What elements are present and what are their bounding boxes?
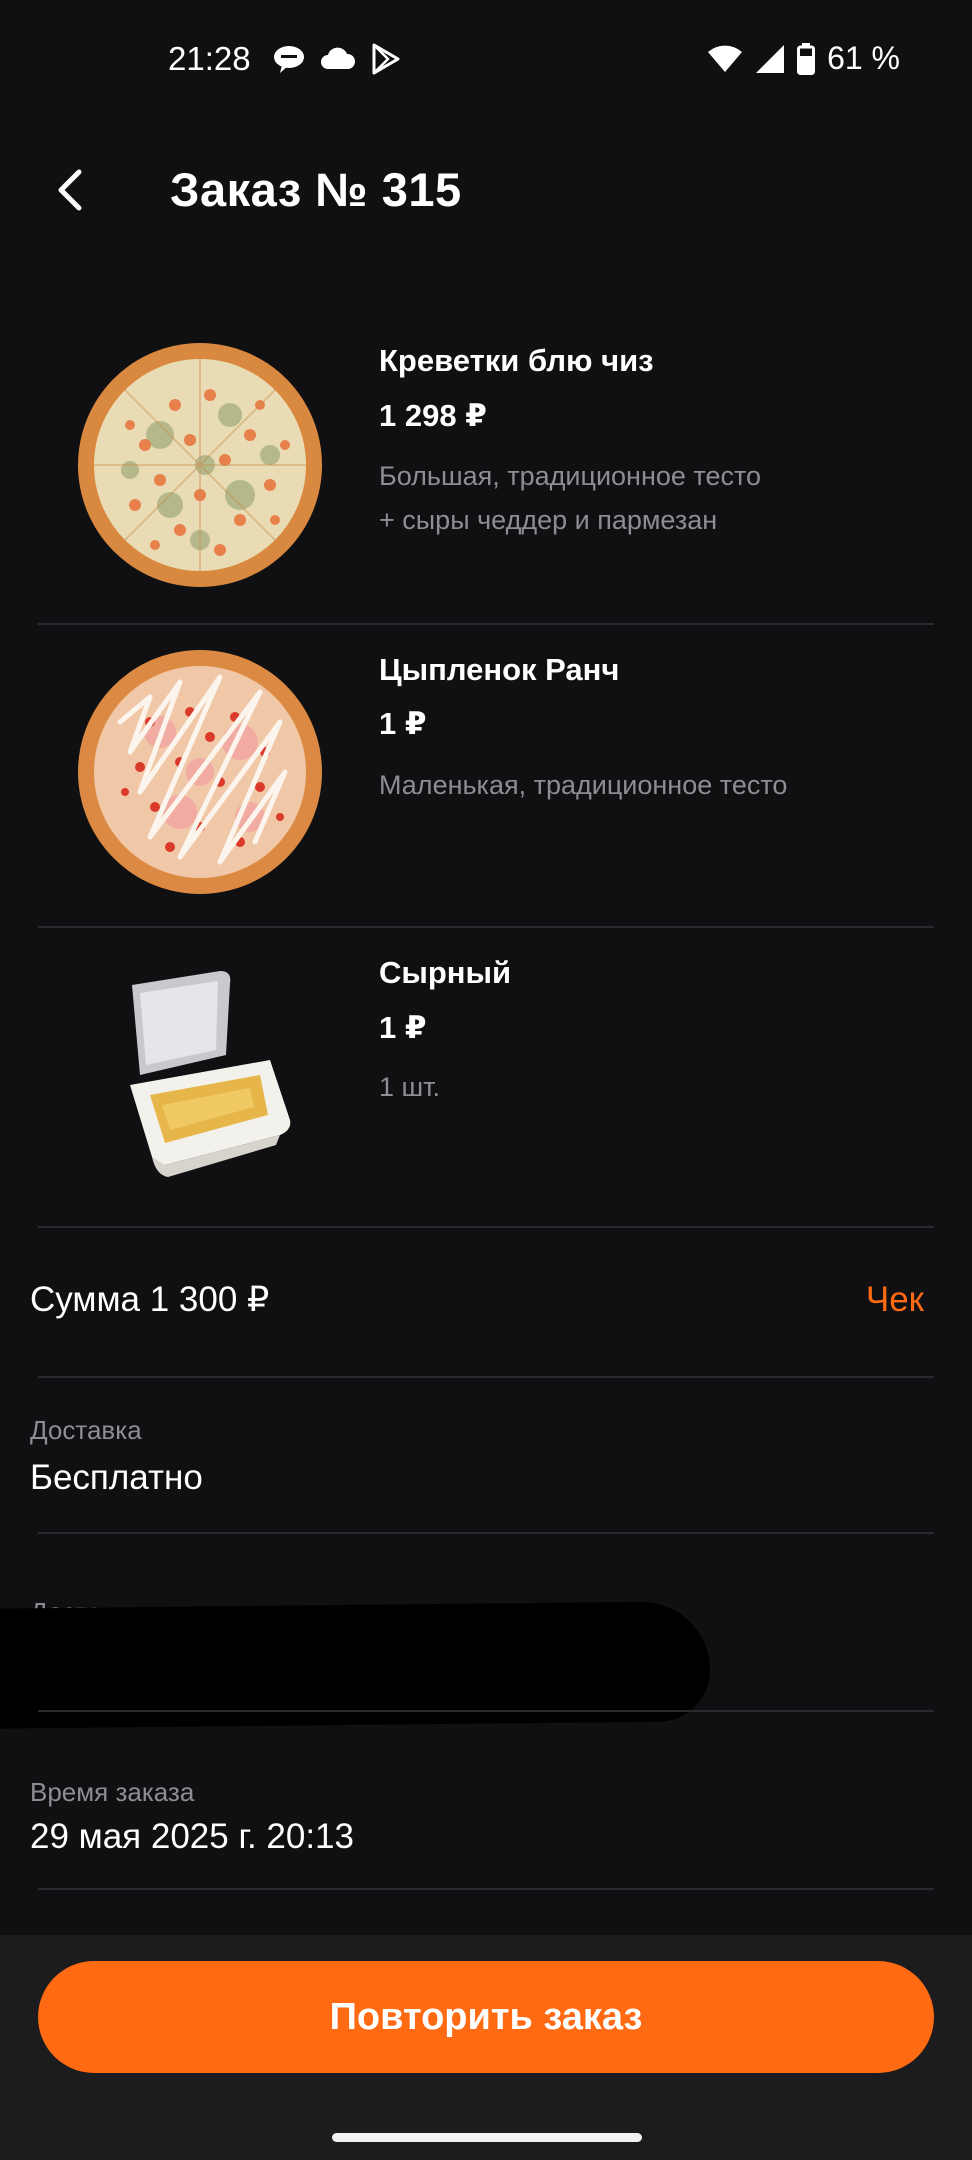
cloud-chat-icon [274, 46, 304, 73]
divider [38, 623, 934, 625]
item-name: Креветки блю чиз [379, 343, 654, 378]
order-item[interactable]: Креветки блю чиз 1 298 ₽ Большая, традиц… [0, 330, 972, 620]
bottom-action-panel: Повторить заказ [0, 1935, 972, 2160]
item-description: 1 шт. [379, 1072, 441, 1102]
cloud-icon [321, 47, 356, 69]
item-price: 1 ₽ [379, 1010, 427, 1045]
status-bar: 21:28 61 % [0, 0, 972, 120]
pizza-ranch-image [78, 650, 322, 894]
battery-icon [797, 42, 816, 75]
chevron-left-icon [58, 169, 82, 211]
battery-percent: 61 % [827, 40, 900, 76]
divider [38, 1376, 934, 1378]
cheese-sauce-image [130, 971, 291, 1177]
repeat-order-button[interactable]: Повторить заказ [38, 1961, 934, 2073]
item-name: Цыпленок Ранч [379, 652, 620, 687]
order-time-label: Время заказа [30, 1777, 195, 1807]
item-description: Большая, традиционное тесто + сыры чедде… [379, 461, 762, 535]
pizza-shrimp-image [78, 343, 322, 587]
status-time: 21:28 [168, 40, 251, 77]
delivery-cost-value: Бесплатно [30, 1458, 203, 1497]
item-price: 1 ₽ [379, 706, 427, 741]
divider [38, 1888, 934, 1890]
divider [38, 1226, 934, 1228]
order-item[interactable]: Цыпленок Ранч 1 ₽ Маленькая, традиционно… [0, 640, 972, 920]
header: Заказ № 315 [0, 140, 972, 240]
item-price: 1 298 ₽ [379, 398, 487, 433]
divider [38, 1710, 934, 1712]
item-name: Сырный [379, 955, 512, 990]
play-store-icon [372, 43, 400, 75]
wifi-icon [708, 45, 743, 72]
divider [38, 926, 934, 928]
order-time-value: 29 мая 2025 г. 20:13 [30, 1817, 354, 1856]
item-description: Маленькая, традиционное тесто [379, 770, 788, 800]
receipt-link[interactable]: Чек [866, 1280, 924, 1320]
home-indicator[interactable] [332, 2133, 642, 2142]
back-button[interactable] [40, 160, 100, 220]
page-title: Заказ № 315 [170, 163, 462, 216]
divider [38, 1532, 934, 1534]
signal-icon [756, 44, 785, 73]
order-sum: Сумма 1 300 ₽ [30, 1280, 270, 1319]
delivery-cost-label: Доставка [30, 1415, 142, 1445]
order-item[interactable]: Сырный 1 ₽ 1 шт. [0, 945, 972, 1225]
